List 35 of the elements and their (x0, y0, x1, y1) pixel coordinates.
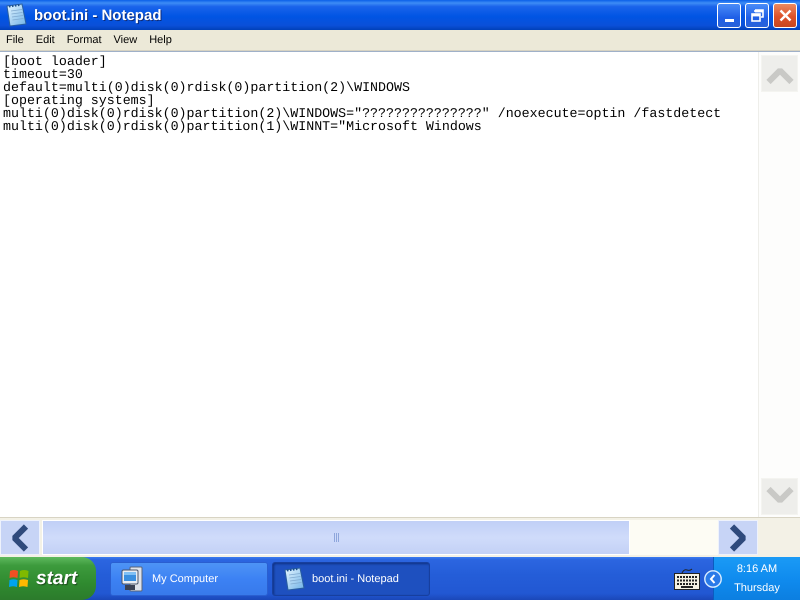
notepad-icon (283, 567, 305, 591)
clock-day: Thursday (734, 582, 780, 594)
horizontal-scrollbar[interactable] (0, 517, 800, 557)
scroll-left-button[interactable] (0, 520, 40, 555)
chevron-left-icon (704, 570, 722, 588)
text-line: [operating systems] (3, 94, 155, 107)
keyboard-icon[interactable] (674, 568, 700, 590)
menu-item[interactable]: File (0, 33, 30, 47)
restore-icon (750, 8, 764, 22)
menu-item[interactable]: View (108, 33, 144, 47)
windows-flag-icon (9, 568, 29, 588)
clock-time: 8:16 AM (736, 562, 778, 576)
close-icon (778, 8, 792, 22)
text-line: default=multi(0)disk(0)rdisk(0)partition(2)\WINDOWS (3, 81, 410, 94)
show-hidden-icons-button[interactable] (704, 570, 722, 588)
notepad-icon (5, 3, 27, 27)
text-line: timeout=30 (3, 68, 83, 81)
window-title: boot.ini - Notepad (34, 6, 162, 24)
text-line: multi(0)disk(0)rdisk(0)partition(1)\WINNT="Microsoft Windows (3, 120, 482, 133)
scroll-right-button[interactable] (718, 520, 758, 555)
text-line: [boot loader] (3, 55, 107, 68)
grip-icon (334, 533, 338, 542)
scroll-thumb[interactable] (42, 520, 630, 555)
minimize-button[interactable] (717, 2, 741, 28)
minimize-icon (724, 18, 734, 22)
computer-icon (121, 566, 145, 592)
taskbar-button[interactable]: boot.ini - Notepad (272, 562, 430, 596)
start-button[interactable]: start (0, 557, 96, 600)
menu-item[interactable]: Edit (30, 33, 61, 47)
close-button[interactable] (773, 2, 797, 28)
menu-item[interactable]: Help (143, 33, 178, 47)
restore-button[interactable] (745, 2, 769, 28)
text-line: multi(0)disk(0)rdisk(0)partition(2)\WINDOWS="???????????????" /noexecute=optin /fastdetect (3, 107, 722, 120)
menu-item[interactable]: Format (60, 33, 108, 47)
taskbar-button[interactable]: My Computer (110, 562, 268, 596)
